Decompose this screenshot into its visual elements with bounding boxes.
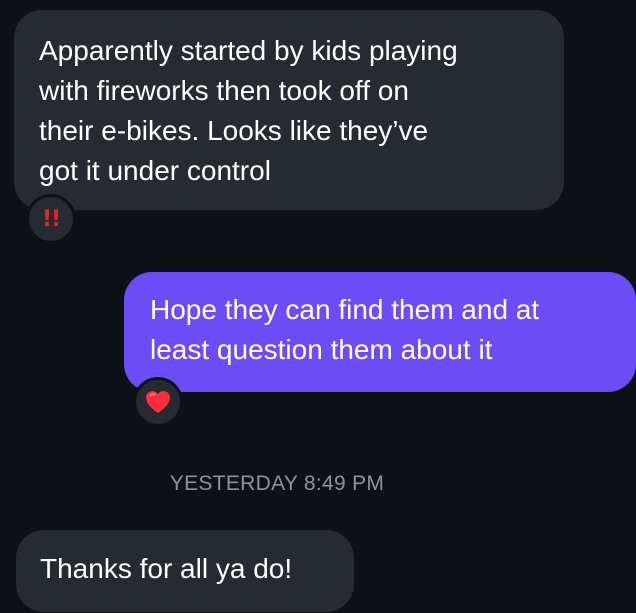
message-line: their e-bikes. Looks like they’ve [39, 115, 429, 146]
incoming-message-bubble[interactable]: Thanks for all ya do! [16, 530, 354, 612]
reaction-badge[interactable]: !! [26, 194, 76, 244]
incoming-message-bubble[interactable]: Apparently started by kids playing with … [14, 10, 564, 210]
message-line: got it under control [39, 155, 271, 186]
outgoing-message-bubble[interactable]: Hope they can find them and at least que… [124, 272, 636, 392]
message-line: Apparently started by kids playing [39, 35, 458, 66]
double-exclamation-icon: !! [41, 206, 61, 232]
message-line: least question them about it [150, 334, 493, 365]
heart-icon [146, 391, 170, 413]
message-line: Hope they can find them and at [150, 294, 540, 325]
message-line: with fireworks then took off on [39, 75, 409, 106]
message-line: Thanks for all ya do! [40, 553, 293, 584]
timestamp: YESTERDAY 8:49 PM [169, 472, 385, 495]
message-thread: Apparently started by kids playing with … [0, 0, 636, 613]
reaction-badge[interactable] [133, 377, 183, 427]
